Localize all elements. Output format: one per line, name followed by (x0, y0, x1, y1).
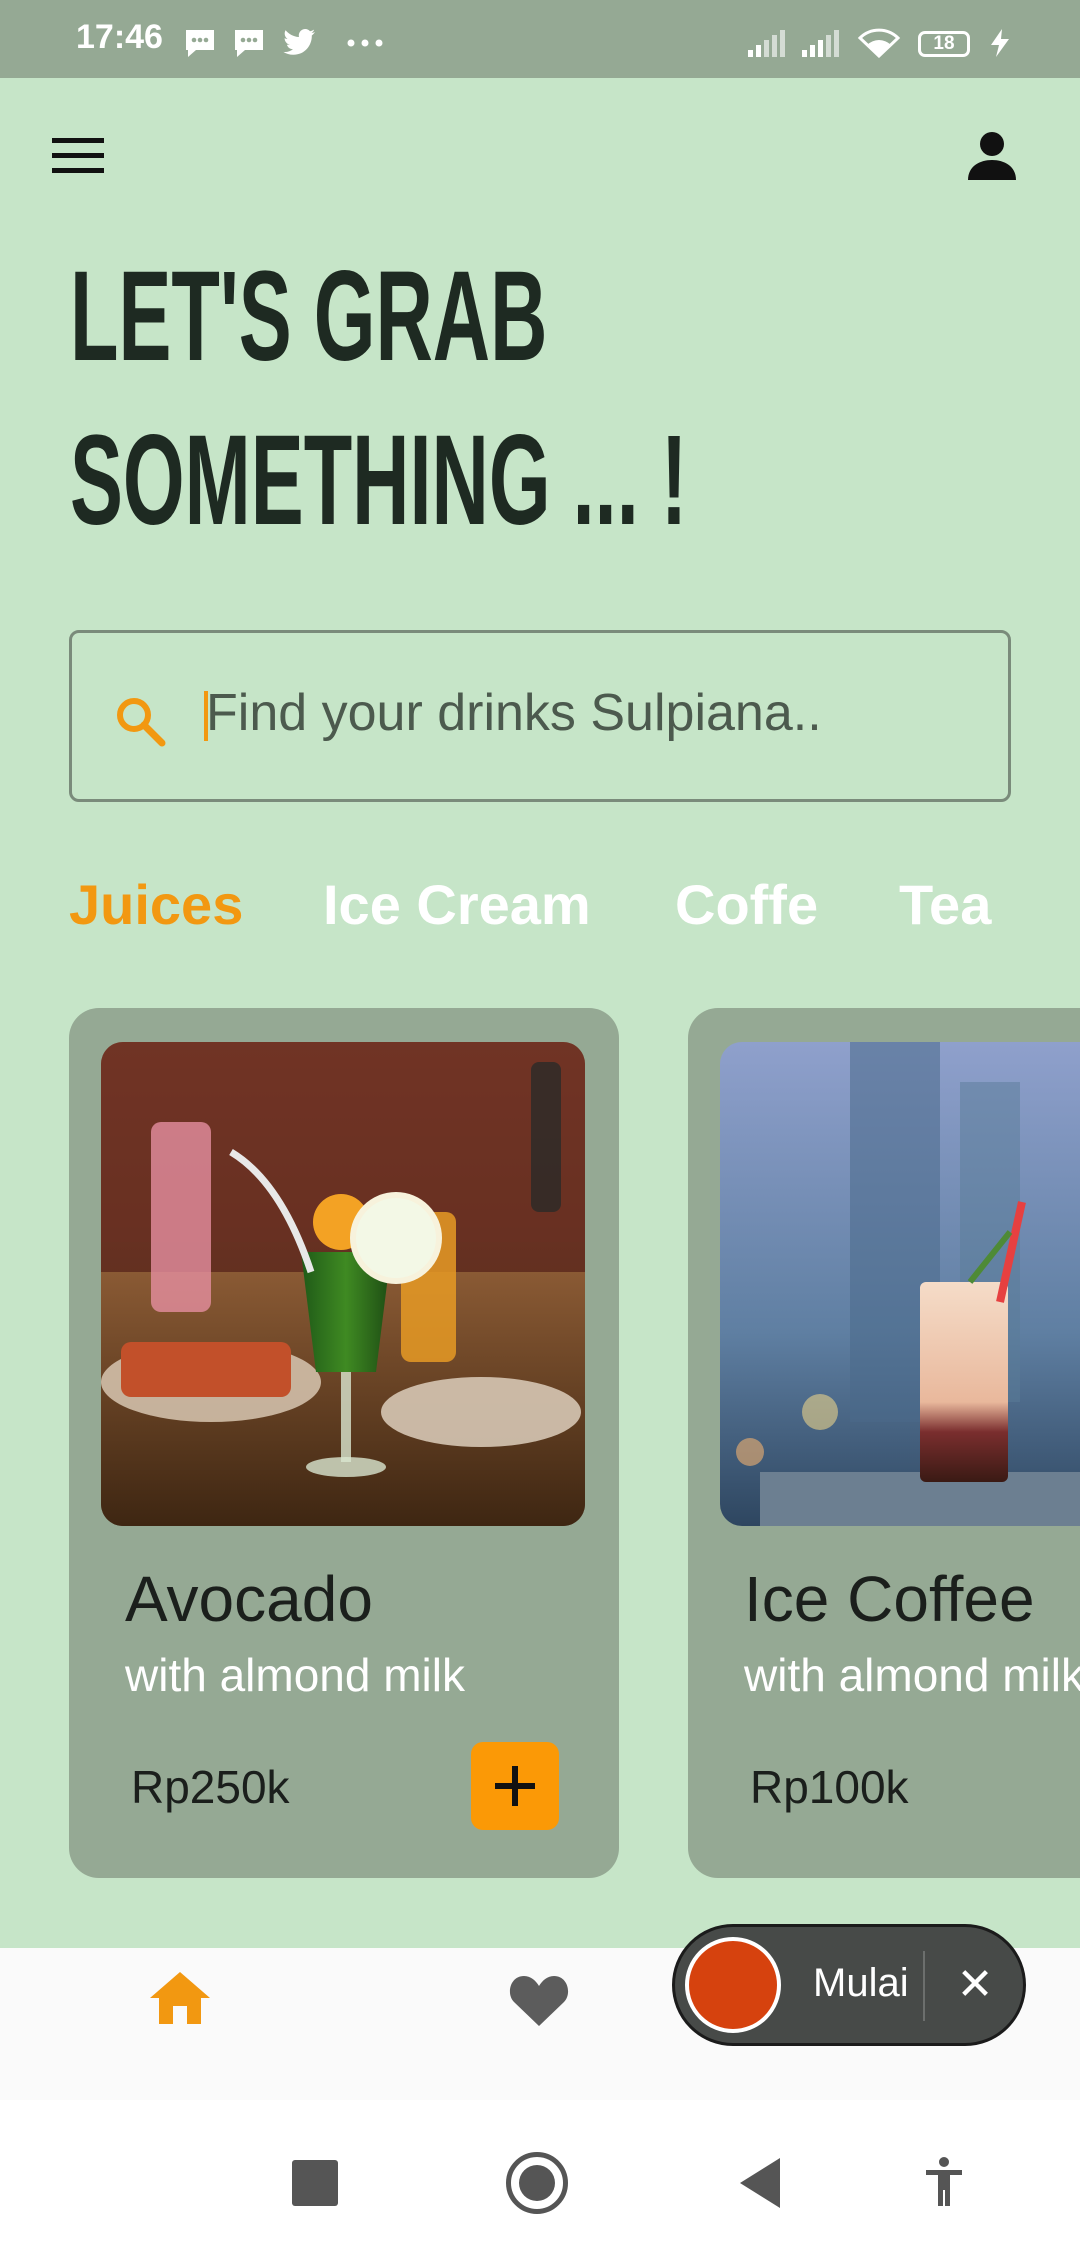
battery-level: 18 (933, 33, 955, 54)
tab-tea[interactable]: Tea (899, 872, 991, 937)
status-bar: 17:46 18 (0, 0, 1080, 78)
message-icon (235, 30, 263, 57)
product-image-avocado (101, 1042, 585, 1526)
tab-juices[interactable]: Juices (69, 872, 243, 937)
twitter-icon (283, 29, 315, 55)
product-name: Ice Coffee (744, 1563, 1035, 1635)
close-icon[interactable]: ✕ (947, 1957, 1003, 2013)
product-subtitle: with almond milk (125, 1649, 465, 1701)
title-line-1: LET'S GRAB (70, 245, 548, 388)
plus-icon (495, 1766, 535, 1806)
home-icon[interactable] (148, 1970, 212, 2026)
wifi-icon (857, 28, 901, 58)
divider (923, 1951, 925, 2021)
product-image-ice-coffee (720, 1042, 1080, 1526)
product-name: Avocado (125, 1563, 373, 1635)
record-button[interactable] (685, 1937, 781, 2033)
product-card-ice-coffee[interactable]: Ice Coffee with almond milk Rp100k (688, 1008, 1080, 1878)
signal-icon (802, 30, 839, 57)
tab-ice-cream[interactable]: Ice Cream (323, 872, 591, 937)
charging-icon (991, 29, 1009, 57)
product-card-avocado[interactable]: Avocado with almond milk Rp250k (69, 1008, 619, 1878)
product-price: Rp250k (131, 1761, 290, 1813)
signal-icon (748, 30, 785, 57)
product-price: Rp100k (750, 1761, 909, 1813)
person-icon[interactable] (966, 130, 1018, 182)
page-title: LET'S GRAB SOMETHING ... ! (70, 235, 687, 563)
battery-icon: 18 (918, 31, 970, 57)
back-triangle-icon[interactable] (736, 2156, 784, 2210)
search-input[interactable]: Find your drinks Sulpiana.. (206, 683, 822, 743)
more-dots-icon (347, 39, 383, 47)
record-start-label[interactable]: Mulai (813, 1961, 909, 2006)
title-line-2: SOMETHING ... ! (70, 409, 688, 552)
hamburger-menu-icon[interactable] (52, 138, 104, 174)
search-box[interactable]: Find your drinks Sulpiana.. (69, 630, 1011, 802)
add-to-cart-button[interactable] (471, 1742, 559, 1830)
status-time: 17:46 (76, 18, 163, 56)
message-icon (186, 30, 214, 57)
accessibility-icon[interactable] (924, 2156, 964, 2208)
heart-icon[interactable] (508, 1972, 570, 2028)
search-icon (117, 698, 166, 747)
screen-recorder-widget[interactable]: Mulai ✕ (672, 1924, 1026, 2046)
product-subtitle: with almond milk (744, 1649, 1080, 1701)
system-navigation-bar (0, 2100, 1080, 2262)
square-icon[interactable] (292, 2160, 338, 2206)
circle-icon[interactable] (506, 2152, 568, 2214)
tab-coffe[interactable]: Coffe (675, 872, 818, 937)
